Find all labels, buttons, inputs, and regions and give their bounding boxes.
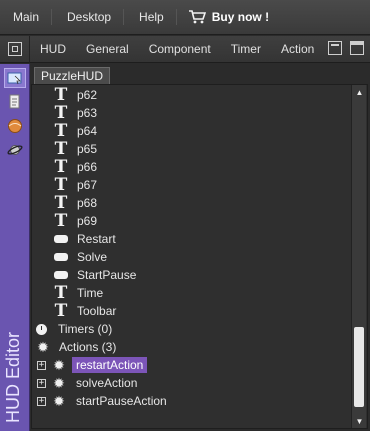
tree-item-time[interactable]: T Time [53,283,104,303]
text-component-icon: T [54,175,68,195]
tree-item-label: p65 [77,142,98,156]
gear-icon: ✹ [37,339,49,355]
ball-icon[interactable] [4,116,26,136]
menu-separator [175,9,177,25]
tree-item-p64[interactable]: T p64 [53,122,97,140]
text-component-icon: T [54,103,68,123]
text-component-icon: T [54,157,68,177]
document-tab[interactable]: PuzzleHUD [34,67,111,85]
tree-item-label: p63 [77,106,98,120]
tree-item-label: p66 [77,160,98,174]
tree-item-restart[interactable]: Restart [54,230,116,248]
tree-item-p66[interactable]: T p66 [53,158,97,176]
tree-item-label-selected: restartAction [72,357,148,373]
tree-item-label: Solve [77,250,108,264]
tree-node-label: Actions (3) [59,340,117,354]
tree-item-p68[interactable]: T p68 [53,194,97,212]
text-component-icon: T [54,85,68,105]
tree-item-label: Restart [77,232,116,246]
gear-icon: ✹ [53,375,65,391]
tree-item-p62[interactable]: T p62 [53,86,97,104]
tree-item-label: Time [77,286,104,300]
tree-item-label: p69 [77,214,98,228]
expand-icon[interactable]: + [37,360,46,370]
expand-icon[interactable]: + [37,378,46,388]
tree-item-solveaction[interactable]: + ✹ solveAction [37,374,137,392]
button-component-icon [54,271,68,279]
menu-help[interactable]: Help [126,10,174,24]
gear-icon: ✹ [53,357,65,373]
scroll-up-icon[interactable]: ▲ [352,85,367,99]
gear-icon: ✹ [53,393,65,409]
minimize-icon[interactable] [328,41,342,55]
hud-tree: T p62 T p63 T p64 T p65 T p66 T p67 T p6… [32,85,350,428]
tree-node-label: Timers (0) [58,322,113,336]
tree-item-startpauseaction[interactable]: + ✹ startPauseAction [37,392,167,410]
hud-editor-icon[interactable] [4,68,26,88]
shopping-cart-icon [188,10,206,24]
menu-main[interactable]: Main [0,10,49,24]
vertical-scrollbar[interactable]: ▲ ▼ [351,85,366,428]
planet-icon[interactable] [4,140,26,160]
text-component-icon: T [54,121,68,141]
buy-now-label: Buy now ! [211,10,270,24]
tab-general[interactable]: General [76,42,139,56]
text-component-icon: T [54,139,68,159]
tree-node-actions[interactable]: ✹ Actions (3) [36,338,116,356]
text-component-icon: T [54,211,68,231]
editor-sidebar: HUD Editor [0,64,30,431]
menu-separator [123,9,125,25]
clock-icon [36,323,47,335]
document-icon[interactable] [4,92,26,112]
expand-icon[interactable]: + [37,396,46,406]
main-menubar: Main Desktop Help Buy now ! [0,0,370,35]
tree-item-label: solveAction [76,376,138,390]
text-component-icon: T [54,193,68,213]
tree-item-startpause[interactable]: StartPause [54,266,136,284]
tree-item-solve[interactable]: Solve [54,248,107,266]
tree-item-toolbar[interactable]: T Toolbar [53,301,117,321]
tree-node-timers[interactable]: Timers (0) [36,320,112,338]
tree-item-label: p64 [77,124,98,138]
tree-item-label: startPauseAction [76,394,167,408]
buy-now-button[interactable]: Buy now ! [179,10,277,24]
panel-toggle-button[interactable] [0,35,30,63]
scrollbar-thumb[interactable] [354,327,364,407]
tree-item-p69[interactable]: T p69 [53,212,97,230]
scroll-down-icon[interactable]: ▼ [352,414,367,428]
tree-item-restartaction[interactable]: + ✹ restartAction [37,356,148,374]
tree-item-label: p62 [77,88,98,102]
tab-hud[interactable]: HUD [30,42,76,56]
text-component-icon: T [54,301,68,321]
tab-action[interactable]: Action [271,42,324,56]
tab-component[interactable]: Component [139,42,221,56]
tree-item-label: p67 [77,178,98,192]
tree-item-label: Toolbar [77,304,117,318]
tree-item-p67[interactable]: T p67 [53,176,97,194]
text-component-icon: T [54,283,68,303]
editor-toolbar: HUD General Component Timer Action [0,35,370,63]
menu-separator [51,9,53,25]
menu-desktop[interactable]: Desktop [54,10,121,24]
button-component-icon [54,253,68,261]
tree-item-p65[interactable]: T p65 [53,140,97,158]
panel-icon [7,42,22,56]
hud-tree-panel: T p62 T p63 T p64 T p65 T p66 T p67 T p6… [31,84,368,429]
tree-item-label: p68 [77,196,98,210]
tree-item-label: StartPause [77,268,137,282]
hud-editor-vertical-title: HUD Editor [3,331,23,423]
button-component-icon [54,235,68,243]
tree-item-p63[interactable]: T p63 [53,104,97,122]
maximize-icon[interactable] [350,41,364,55]
tab-timer[interactable]: Timer [221,42,271,56]
